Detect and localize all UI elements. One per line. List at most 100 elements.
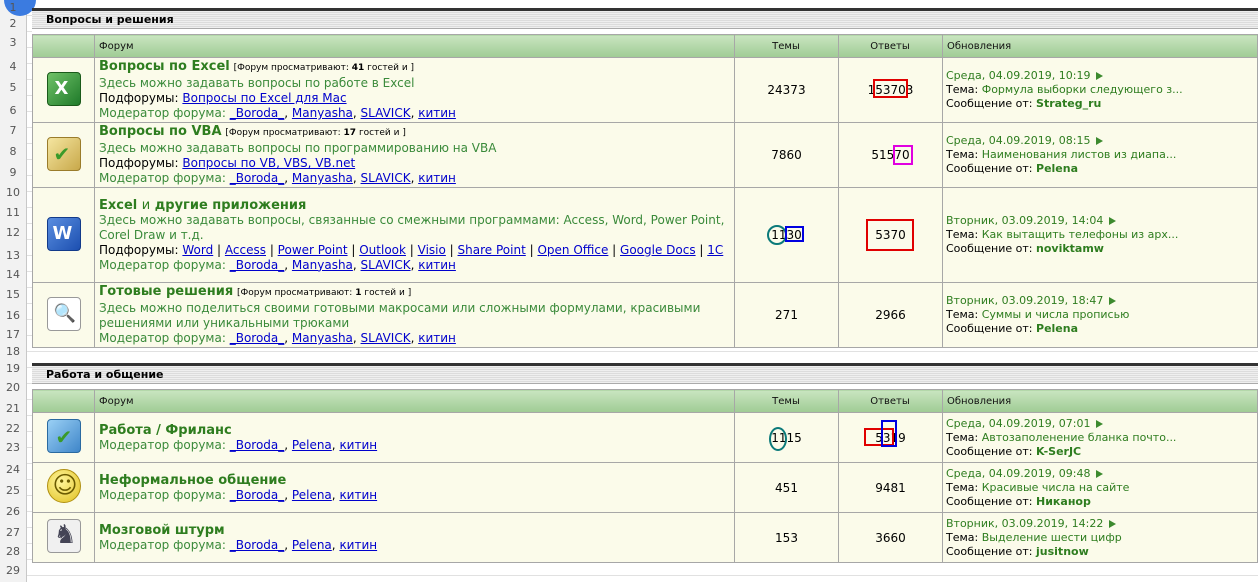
row-number[interactable]: 19 — [0, 362, 26, 375]
moderator-link[interactable]: SLAVICK — [361, 331, 411, 345]
moderator-link[interactable]: китин — [418, 171, 456, 185]
last-topic-link[interactable]: Как вытащить телефоны из арх... — [982, 228, 1179, 241]
last-topic-link[interactable]: Суммы и числа прописью — [982, 308, 1130, 321]
subforum-link[interactable]: Visio — [418, 243, 446, 257]
go-arrow-icon[interactable] — [1096, 419, 1104, 428]
moderator-link[interactable]: Pelena — [292, 538, 332, 552]
subforum-link[interactable]: Share Point — [458, 243, 526, 257]
last-author-link[interactable]: Никанор — [1036, 495, 1091, 508]
row-number[interactable]: 11 — [0, 206, 26, 219]
header-replies: Ответы — [838, 34, 943, 58]
row-number[interactable]: 20 — [0, 381, 26, 394]
subforum-link[interactable]: Access — [225, 243, 266, 257]
row-number[interactable]: 8 — [0, 145, 26, 158]
row-number[interactable]: 6 — [0, 104, 26, 117]
moderator-link[interactable]: _Boroda_ — [230, 488, 285, 502]
forum-title-link[interactable]: Вопросы по Excel — [99, 59, 230, 74]
moderator-link[interactable]: _Boroda_ — [230, 106, 285, 120]
moderator-link[interactable]: китин — [339, 488, 377, 502]
last-update: Среда, 04.09.2019, 07:01 Тема: Автозапол… — [942, 412, 1258, 463]
last-author-link[interactable]: Pelena — [1036, 162, 1078, 175]
subforum-link[interactable]: Вопросы по Excel для Mac — [182, 91, 346, 105]
moderator-link[interactable]: китин — [339, 438, 377, 452]
last-author-link[interactable]: jusitnow — [1036, 545, 1089, 558]
row-number[interactable]: 1 — [0, 1, 26, 14]
last-author-link[interactable]: K-SerJC — [1036, 445, 1081, 458]
row-number[interactable]: 10 — [0, 186, 26, 199]
row-number[interactable]: 16 — [0, 309, 26, 322]
last-topic-link[interactable]: Наименования листов из диапа... — [982, 148, 1177, 161]
row-number[interactable]: 18 — [0, 345, 26, 358]
last-topic-link[interactable]: Автозаполенение бланка почто... — [982, 431, 1177, 444]
subforum-link[interactable]: Google Docs — [620, 243, 696, 257]
row-number[interactable]: 28 — [0, 545, 26, 558]
last-author-link[interactable]: noviktamw — [1036, 242, 1104, 255]
go-arrow-icon[interactable] — [1109, 297, 1117, 305]
row-number[interactable]: 15 — [0, 288, 26, 301]
go-arrow-icon[interactable] — [1109, 519, 1117, 528]
row-number[interactable]: 24 — [0, 463, 26, 476]
forum-title-link[interactable]: Неформальное общение — [99, 473, 286, 488]
row-number[interactable]: 25 — [0, 484, 26, 497]
row-number[interactable]: 12 — [0, 226, 26, 239]
moderator-link[interactable]: _Boroda_ — [230, 331, 285, 345]
moderator-link[interactable]: Manyasha — [292, 258, 353, 272]
row-number[interactable]: 21 — [0, 402, 26, 415]
moderator-link[interactable]: Pelena — [292, 438, 332, 452]
moderator-link[interactable]: SLAVICK — [361, 258, 411, 272]
moderator-link[interactable]: SLAVICK — [361, 106, 411, 120]
row-number[interactable]: 9 — [0, 166, 26, 179]
last-topic-link[interactable]: Выделение шести цифр — [982, 531, 1122, 544]
moderator-link[interactable]: китин — [339, 538, 377, 552]
forum-title-link[interactable]: Готовые решения — [99, 284, 233, 299]
header-forum: Форум — [94, 34, 735, 58]
row-number[interactable]: 27 — [0, 526, 26, 539]
moderator-link[interactable]: _Boroda_ — [230, 538, 285, 552]
forum-description: Здесь можно поделиться своими готовыми м… — [99, 301, 701, 330]
forum-title-link[interactable]: Мозговой штурм — [99, 523, 225, 538]
last-author-link[interactable]: Pelena — [1036, 322, 1078, 335]
subforum-link[interactable]: Вопросы по VB, VBS, VB.net — [182, 156, 355, 170]
row-number[interactable]: 26 — [0, 505, 26, 518]
moderator-link[interactable]: _Boroda_ — [230, 171, 285, 185]
forum-title-link[interactable]: Вопросы по VBA — [99, 124, 222, 139]
moderator-link[interactable]: китин — [418, 258, 456, 272]
last-author-link[interactable]: Strateg_ru — [1036, 97, 1101, 110]
row-number[interactable]: 17 — [0, 328, 26, 341]
last-topic-link[interactable]: Красивые числа на сайте — [982, 481, 1130, 494]
row-number[interactable]: 2 — [0, 17, 26, 30]
replies-count: 3660 — [838, 512, 943, 563]
row-number[interactable]: 29 — [0, 564, 26, 577]
row-number[interactable]: 22 — [0, 422, 26, 435]
subforum-link[interactable]: Word — [182, 243, 213, 257]
forum-title-link[interactable]: Работа / Фриланс — [99, 423, 232, 438]
moderator-link[interactable]: Manyasha — [292, 331, 353, 345]
subforum-link[interactable]: 1C — [707, 243, 723, 257]
go-arrow-icon[interactable] — [1096, 72, 1104, 80]
go-arrow-icon[interactable] — [1096, 137, 1104, 145]
forum-description: Здесь можно задавать вопросы по работе в… — [99, 76, 415, 90]
row-number[interactable]: 5 — [0, 81, 26, 94]
subforum-link[interactable]: Open Office — [537, 243, 608, 257]
row-number[interactable]: 3 — [0, 36, 26, 49]
row-number[interactable]: 7 — [0, 124, 26, 137]
moderator-link[interactable]: _Boroda_ — [230, 438, 285, 452]
moderator-link[interactable]: Manyasha — [292, 171, 353, 185]
row-number[interactable]: 14 — [0, 268, 26, 281]
subforum-link[interactable]: Power Point — [278, 243, 348, 257]
row-number[interactable]: 4 — [0, 60, 26, 73]
subforum-link[interactable]: Outlook — [359, 243, 406, 257]
header-topics: Темы — [734, 34, 839, 58]
last-topic-link[interactable]: Формула выборки следующего з... — [982, 83, 1183, 96]
go-arrow-icon[interactable] — [1109, 217, 1117, 225]
moderator-link[interactable]: китин — [418, 331, 456, 345]
row-number[interactable]: 13 — [0, 249, 26, 262]
moderator-link[interactable]: китин — [418, 106, 456, 120]
moderator-link[interactable]: Pelena — [292, 488, 332, 502]
forum-title-link[interactable]: Excel и другие приложения — [99, 198, 306, 213]
go-arrow-icon[interactable] — [1096, 469, 1104, 478]
moderator-link[interactable]: Manyasha — [292, 106, 353, 120]
moderator-link[interactable]: SLAVICK — [361, 171, 411, 185]
moderator-link[interactable]: _Boroda_ — [230, 258, 285, 272]
row-number[interactable]: 23 — [0, 441, 26, 454]
